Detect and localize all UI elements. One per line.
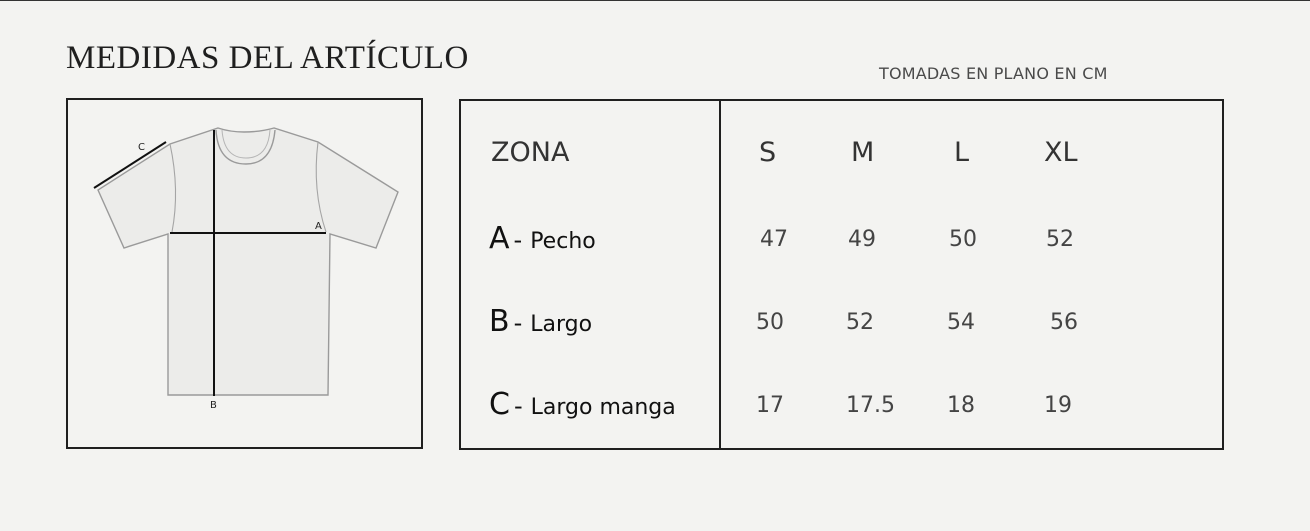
value-cell: 50 [756, 310, 784, 335]
tshirt-illustration: A B C [93, 127, 399, 411]
value-cell: 19 [1044, 393, 1072, 418]
value-cell: 52 [846, 310, 874, 335]
size-table: ZONA S M L XL A - Pecho 47 49 50 52 B - … [459, 99, 1224, 450]
zone-dash: - [513, 392, 523, 420]
zone-letter: C [489, 387, 510, 422]
column-divider [719, 101, 721, 448]
value-cell: 17.5 [846, 393, 895, 418]
header-size-xl: XL [1044, 137, 1078, 168]
zone-label: Largo manga [530, 395, 676, 420]
zone-row-a: A - Pecho [489, 221, 596, 256]
zone-row-b: B - Largo [489, 304, 592, 339]
header-size-m: M [851, 137, 875, 168]
zone-dash: - [513, 226, 523, 254]
label-c: C [138, 142, 145, 153]
value-cell: 18 [947, 393, 975, 418]
zone-dash: - [513, 309, 523, 337]
value-cell: 49 [848, 227, 876, 252]
value-cell: 47 [760, 227, 788, 252]
zone-row-c: C - Largo manga [489, 387, 676, 422]
value-cell: 56 [1050, 310, 1078, 335]
zone-letter: B [489, 304, 510, 339]
zone-label: Largo [530, 312, 593, 337]
label-a: A [315, 221, 322, 232]
measurement-note: TOMADAS EN PLANO EN CM [879, 64, 1108, 83]
header-zone: ZONA [491, 137, 570, 168]
header-size-l: L [954, 137, 970, 168]
value-cell: 17 [756, 393, 784, 418]
zone-letter: A [489, 221, 510, 256]
top-rule [0, 0, 1310, 1]
tshirt-diagram: A B C [66, 98, 423, 449]
header-size-s: S [759, 137, 777, 168]
zone-label: Pecho [530, 229, 596, 254]
value-cell: 54 [947, 310, 975, 335]
page-title: MEDIDAS DEL ARTÍCULO [66, 40, 469, 76]
value-cell: 50 [949, 227, 977, 252]
tshirt-outline [97, 127, 399, 396]
label-b: B [210, 400, 217, 411]
value-cell: 52 [1046, 227, 1074, 252]
